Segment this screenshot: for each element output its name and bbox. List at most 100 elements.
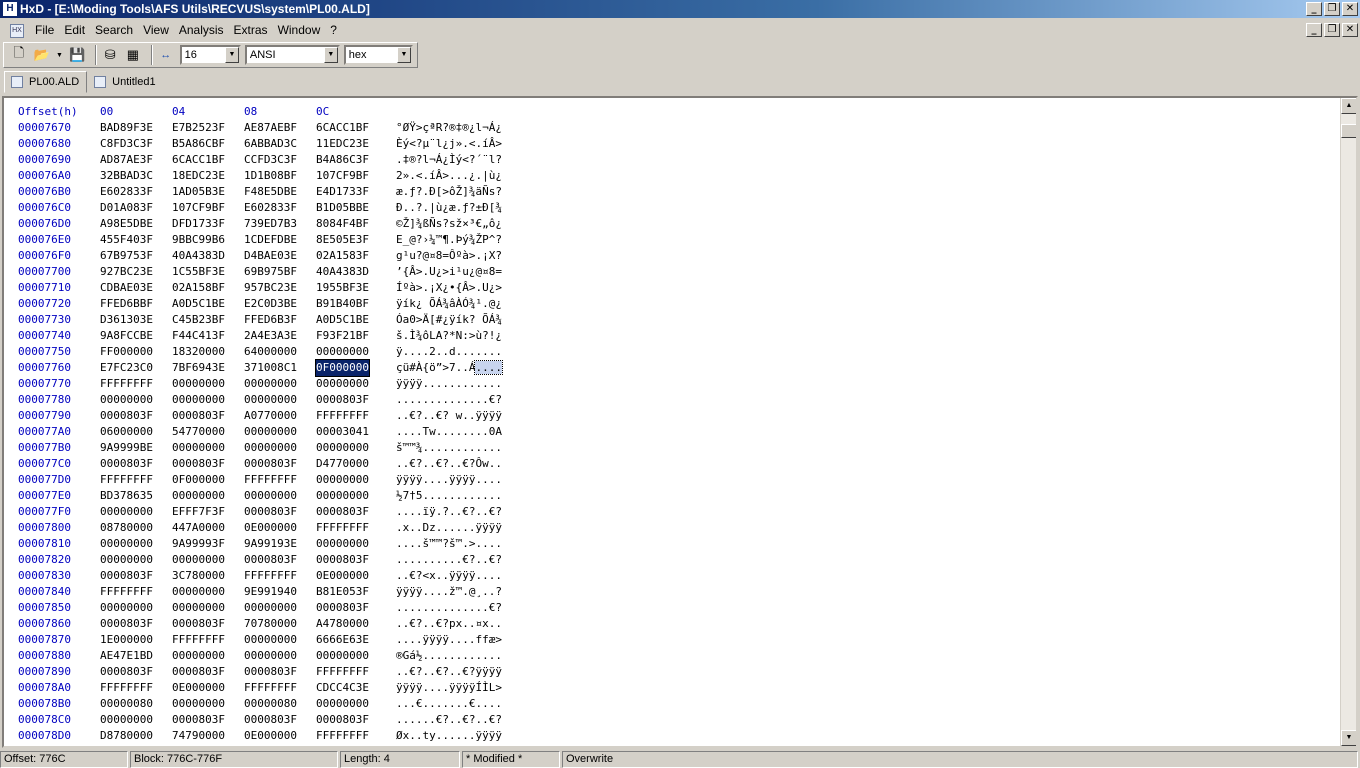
hex-group[interactable]: 0000803F	[244, 664, 297, 680]
hex-group[interactable]: CCFD3C3F	[244, 152, 297, 168]
text-column[interactable]: ..............€?	[396, 600, 502, 616]
hex-group[interactable]: 9A99193E	[244, 536, 297, 552]
hex-group[interactable]: 64000000	[244, 344, 297, 360]
hex-group[interactable]: 1CDEFDBE	[244, 232, 297, 248]
chevron-down-icon[interactable]: ▼	[397, 47, 412, 63]
text-selection[interactable]: ....	[474, 360, 503, 375]
hex-row[interactable]: 000077F0 00000000 EFFF7F3F 0000803F 0000803F…	[18, 504, 502, 520]
hex-group[interactable]: 1955BF3E	[316, 280, 369, 296]
hex-group[interactable]: 00000000	[100, 552, 153, 568]
tab-untitled1[interactable]: Untitled1	[87, 71, 163, 93]
hex-group[interactable]: 455F403F	[100, 232, 153, 248]
hex-group[interactable]: 9A99993F	[172, 536, 225, 552]
hex-group[interactable]: 0000803F	[316, 504, 369, 520]
hex-row[interactable]: 00007800 08780000 447A0000 0E000000 FFFFFFFF…	[18, 520, 502, 536]
hex-row[interactable]: 00007860 0000803F 0000803F 70780000 A4780000…	[18, 616, 502, 632]
text-column[interactable]: ..............€?	[396, 392, 502, 408]
hex-group[interactable]: 00000080	[244, 696, 297, 712]
hex-group[interactable]: E7FC23C0	[100, 360, 153, 376]
text-column[interactable]: š.Ì¾ôLA?*N:>ù?!¿	[396, 328, 502, 344]
vertical-scrollbar[interactable]: ▲ ▼	[1340, 98, 1356, 746]
hex-group[interactable]: 00000000	[100, 392, 153, 408]
hex-row[interactable]: 000076A0 32BBAD3C 18EDC23E 1D1B08BF 107CF9BF…	[18, 168, 502, 184]
hex-group[interactable]: 00000000	[244, 376, 297, 392]
hex-group[interactable]: F48E5DBE	[244, 184, 297, 200]
text-column[interactable]: ..€?..€?px..¤x..	[396, 616, 502, 632]
hex-row[interactable]: 00007700 927BC23E 1C55BF3E 69B975BF 40A4383D…	[18, 264, 502, 280]
hex-group[interactable]: 0000803F	[100, 456, 153, 472]
text-unselected[interactable]: çü#À{ö”>7..Á	[396, 361, 475, 374]
hex-group[interactable]: 00000000	[244, 424, 297, 440]
hex-group[interactable]: A4780000	[316, 616, 369, 632]
chevron-down-icon[interactable]: ▼	[224, 47, 239, 63]
hex-row[interactable]: 00007830 0000803F 3C780000 FFFFFFFF 0E000000…	[18, 568, 502, 584]
text-column[interactable]: .x..Dz......ÿÿÿÿ	[396, 520, 502, 536]
text-column[interactable]: .‡®?l¬Á¿Ìý<?´¨l?	[396, 152, 502, 168]
hex-group[interactable]: 18320000	[172, 344, 225, 360]
hex-group[interactable]: 67B9753F	[100, 248, 153, 264]
hex-row[interactable]: 000076E0 455F403F 9BBC99B6 1CDEFDBE 8E505E3F…	[18, 232, 502, 248]
hex-group[interactable]: 32BBAD3C	[100, 168, 153, 184]
hex-group[interactable]: 0000803F	[316, 712, 369, 728]
hex-group[interactable]: 02A158BF	[172, 280, 225, 296]
hex-group[interactable]: 0F000000	[172, 472, 225, 488]
hex-group[interactable]: E4D1733F	[316, 184, 369, 200]
hex-group[interactable]: 18EDC23E	[172, 168, 225, 184]
hex-row[interactable]: 000076F0 67B9753F 40A4383D D4BAE03E 02A1583F…	[18, 248, 502, 264]
hex-group[interactable]: 00000000	[172, 376, 225, 392]
hex-group[interactable]: FFFFFFFF	[100, 472, 153, 488]
text-column[interactable]: g¹u?@¤8=Ôºà>.¡X?	[396, 248, 502, 264]
hex-row[interactable]: 00007840 FFFFFFFF 00000000 9E991940 B81E053F…	[18, 584, 502, 600]
text-column[interactable]: ....ïÿ.?..€?..€?	[396, 504, 502, 520]
text-column[interactable]: ÿík¿ ÕÁ¾âÀÓ¾¹.@¿	[396, 296, 502, 312]
hex-row[interactable]: 00007770 FFFFFFFF 00000000 00000000 00000000…	[18, 376, 502, 392]
hex-group[interactable]: FFFFFFFF	[172, 632, 225, 648]
hex-row[interactable]: 000078C0 00000000 0000803F 0000803F 0000803F…	[18, 712, 502, 728]
hex-group[interactable]: CDBAE03E	[100, 280, 153, 296]
hex-group[interactable]: 11EDC23E	[316, 136, 369, 152]
hex-group[interactable]: A0770000	[244, 408, 297, 424]
hex-group[interactable]: E602833F	[100, 184, 153, 200]
hex-group[interactable]: FFFFFFFF	[100, 680, 153, 696]
hex-row[interactable]: 000078A0 FFFFFFFF 0E000000 FFFFFFFF CDCC4C3E…	[18, 680, 502, 696]
hex-group[interactable]: 08780000	[100, 520, 153, 536]
hex-group[interactable]: 0000803F	[244, 712, 297, 728]
disk-editor-icon[interactable]: ⛁	[101, 46, 119, 64]
hex-group[interactable]: 0000803F	[172, 712, 225, 728]
hex-group[interactable]: 00000000	[172, 600, 225, 616]
menu-file[interactable]: File	[30, 21, 59, 40]
hex-group[interactable]: 957BC23E	[244, 280, 297, 296]
hxd-app-icon[interactable]: H	[3, 2, 17, 16]
hex-group[interactable]: 00000000	[316, 344, 369, 360]
hex-row[interactable]: 000076C0 D01A083F 107CF9BF E602833F B1D05BBE…	[18, 200, 502, 216]
hex-group[interactable]: 00003041	[316, 424, 369, 440]
text-column[interactable]: ..€?..€?..€?ÿÿÿÿ	[396, 664, 502, 680]
hex-group[interactable]: 40A4383D	[316, 264, 369, 280]
hex-row[interactable]: 000077B0 9A9999BE 00000000 00000000 00000000…	[18, 440, 502, 456]
hex-group[interactable]: 00000000	[316, 440, 369, 456]
hex-group[interactable]: 0000803F	[172, 616, 225, 632]
hex-group[interactable]: 54770000	[172, 424, 225, 440]
hex-row[interactable]: 00007850 00000000 00000000 00000000 0000803F…	[18, 600, 502, 616]
menu-help[interactable]: ?	[325, 21, 342, 40]
hex-group[interactable]: 00000000	[172, 552, 225, 568]
status-edit-mode[interactable]: Overwrite	[562, 751, 1358, 768]
hex-group[interactable]: 3C780000	[172, 568, 225, 584]
hex-group[interactable]: F93F21BF	[316, 328, 369, 344]
hex-row[interactable]: 000076D0 A98E5DBE DFD1733F 739ED7B3 8084F4BF…	[18, 216, 502, 232]
hex-row[interactable]: 00007740 9A8FCCBE F44C413F 2A4E3A3E F93F21BF…	[18, 328, 502, 344]
tab-pl00-ald[interactable]: PL00.ALD	[4, 71, 88, 93]
hex-group[interactable]: FFFFFFFF	[316, 408, 369, 424]
hex-group[interactable]: 00000000	[316, 376, 369, 392]
hex-group[interactable]: FFFFFFFF	[316, 520, 369, 536]
text-column[interactable]: š™™¾............	[396, 440, 502, 456]
hex-group[interactable]: 00000000	[244, 648, 297, 664]
text-column[interactable]: ÿÿÿÿ....ÿÿÿÿÍÌL>	[396, 680, 502, 696]
hex-group[interactable]: 739ED7B3	[244, 216, 297, 232]
hex-group[interactable]: A98E5DBE	[100, 216, 153, 232]
hex-row[interactable]: 000077D0 FFFFFFFF 0F000000 FFFFFFFF 00000000…	[18, 472, 502, 488]
hex-row[interactable]: 000077A0 06000000 54770000 00000000 00003041…	[18, 424, 502, 440]
hex-group[interactable]: 0E000000	[316, 568, 369, 584]
hex-group[interactable]: 00000000	[316, 488, 369, 504]
text-column[interactable]: æ.ƒ?.Ð[>ôŽ]¾äÑs?	[396, 184, 502, 200]
